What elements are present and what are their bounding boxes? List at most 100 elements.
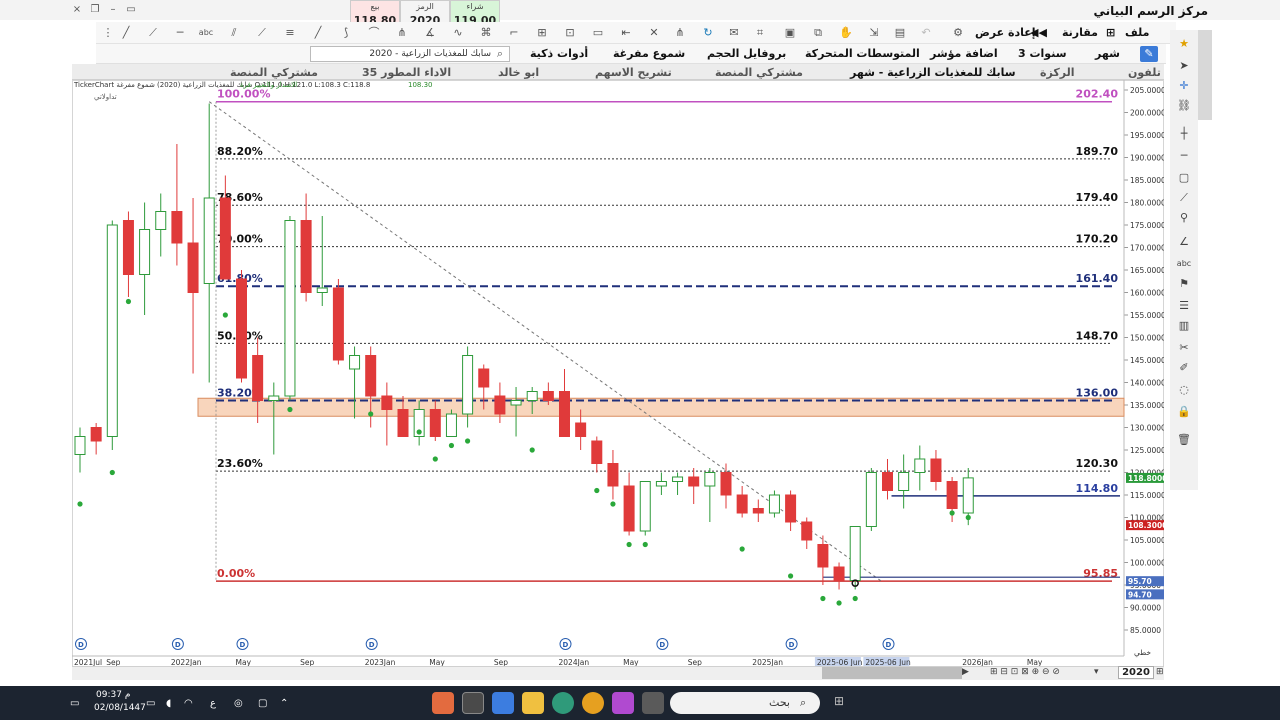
compare-icon[interactable]: ⊞ bbox=[1106, 26, 1115, 39]
trash-icon[interactable]: 🗑 bbox=[1174, 432, 1194, 448]
ray-tool-icon[interactable]: ⟋ bbox=[145, 25, 161, 41]
add-icon[interactable]: ⊞ bbox=[1156, 667, 1164, 677]
arc-tool-icon[interactable]: ⌒ bbox=[366, 25, 382, 41]
refresh-icon[interactable]: ↻ bbox=[700, 25, 716, 41]
taskbar-explorer-icon[interactable] bbox=[522, 692, 544, 714]
tab-stock-anatomy[interactable]: تشريح الاسهم bbox=[595, 66, 672, 79]
pattern-tool-icon[interactable]: ⌘ bbox=[478, 25, 494, 41]
fib-tool-icon[interactable]: ≡ bbox=[282, 25, 298, 41]
note-tool-icon[interactable]: ⊡ bbox=[562, 25, 578, 41]
menu-file[interactable]: ملف bbox=[1125, 26, 1149, 39]
box-tool-icon[interactable]: ▭ bbox=[590, 25, 606, 41]
eye-off-icon[interactable]: ◌ bbox=[1174, 382, 1194, 398]
search-icon[interactable]: ⌕ bbox=[492, 46, 508, 62]
tab-rakza[interactable]: الركزة bbox=[1040, 66, 1074, 79]
taskbar-chrome-icon[interactable] bbox=[582, 692, 604, 714]
taskbar-app-calculator[interactable] bbox=[492, 692, 514, 714]
line-tool-icon[interactable]: ╱ bbox=[118, 25, 134, 41]
notifications-icon[interactable]: ▭ bbox=[70, 698, 79, 709]
wifi-icon[interactable]: ◠ bbox=[184, 698, 193, 709]
cross-tool-icon[interactable]: ✕ bbox=[646, 25, 662, 41]
taskbar-search[interactable]: بحث bbox=[670, 692, 820, 714]
price-chart[interactable]: 85.000090.000095.0000100.0000105.0000110… bbox=[72, 80, 1164, 668]
trendline-icon[interactable]: ⟋ bbox=[1174, 190, 1194, 206]
rectangle-icon[interactable]: ▢ bbox=[1174, 170, 1194, 186]
clock-date[interactable]: 02/08/1447 bbox=[94, 703, 146, 713]
tab-advanced-performance[interactable]: الاداء المطور 35 bbox=[362, 66, 451, 79]
wave-tool-icon[interactable]: ∿ bbox=[450, 25, 466, 41]
year-selector[interactable]: 2020 bbox=[1118, 666, 1154, 679]
drag-handle-icon[interactable]: ⋮ bbox=[100, 25, 116, 41]
settings-icon[interactable]: ⚙ bbox=[950, 25, 966, 41]
start-icon[interactable]: ⊞ bbox=[834, 694, 844, 708]
volume-profile-menu[interactable]: بروفايل الحجم bbox=[707, 47, 786, 60]
taskbar-app-active[interactable] bbox=[462, 692, 484, 714]
language-indicator[interactable]: ع bbox=[210, 698, 216, 709]
window-icon[interactable]: ▭ bbox=[124, 3, 138, 17]
crop-icon[interactable]: ⌗ bbox=[752, 25, 768, 41]
restore-icon[interactable]: ❐ bbox=[88, 3, 102, 17]
template-icon[interactable]: ▤ bbox=[892, 25, 908, 41]
zoom-icons[interactable]: ⊞ ⊟ ⊡ ⊠ ⊕ ⊖ ⊘ bbox=[990, 667, 1060, 677]
speaker-icon[interactable]: ◖ bbox=[166, 698, 171, 709]
magnet-tool-icon[interactable]: ⋔ bbox=[672, 25, 688, 41]
tab-phone[interactable]: تلفون bbox=[1128, 66, 1161, 79]
scissors-icon[interactable]: ✂ bbox=[1174, 340, 1194, 356]
angle-icon[interactable]: ∠ bbox=[1174, 234, 1194, 250]
tray-app-icon[interactable]: ◎ bbox=[234, 698, 243, 709]
star-icon[interactable]: ★ bbox=[1174, 36, 1194, 52]
moving-averages-menu[interactable]: المتوسطات المتحركة bbox=[805, 47, 920, 60]
add-indicator-menu[interactable]: اضافة مؤشر bbox=[930, 47, 998, 60]
mail-icon[interactable]: ✉ bbox=[726, 25, 742, 41]
taskbar-edge-icon[interactable] bbox=[552, 692, 574, 714]
search-icon-taskbar[interactable]: ⌕ bbox=[800, 696, 806, 710]
image-icon[interactable]: ▣ bbox=[782, 25, 798, 41]
symbol-search-input[interactable]: 2020 - سابك للمغذيات الزراعية bbox=[310, 46, 510, 62]
hollow-candles-menu[interactable]: شموع مفرغة bbox=[613, 47, 685, 60]
arrow-tool-icon[interactable]: ⇤ bbox=[618, 25, 634, 41]
fib-icon[interactable]: ☰ bbox=[1174, 298, 1194, 314]
channel-tool-icon[interactable]: ⫽ bbox=[226, 25, 242, 41]
copy-icon[interactable]: ⧉ bbox=[810, 25, 826, 41]
range-tool-icon[interactable]: ⊞ bbox=[534, 25, 550, 41]
battery-icon[interactable]: ▭ bbox=[146, 698, 155, 709]
hline-tool-icon[interactable]: ─ bbox=[172, 25, 188, 41]
text-tool-icon[interactable]: abc bbox=[198, 25, 214, 41]
trend-tool-icon[interactable]: ⟋ bbox=[254, 25, 270, 41]
pattern-icon[interactable]: ⚲ bbox=[1174, 210, 1194, 226]
bracket-tool-icon[interactable]: ⌐ bbox=[506, 25, 522, 41]
smart-tools-menu[interactable]: أدوات ذكية bbox=[530, 47, 588, 60]
side-panel-strip[interactable] bbox=[1198, 30, 1212, 120]
ruler-tool-icon[interactable]: ∡ bbox=[422, 25, 438, 41]
export-icon[interactable]: ⇲ bbox=[866, 25, 882, 41]
chevron-down-icon[interactable]: ▾ bbox=[1094, 667, 1099, 677]
chart-type-icon[interactable]: ▥ bbox=[1174, 318, 1194, 334]
tab-platform-subscribers-2[interactable]: مشتركي المنصة bbox=[230, 66, 318, 79]
undo-icon[interactable]: ↶ bbox=[918, 25, 934, 41]
play-icon[interactable]: ◀◀ bbox=[1030, 26, 1047, 39]
minimize-icon[interactable]: – bbox=[106, 3, 120, 17]
clock-time[interactable]: 09:37 م bbox=[96, 690, 130, 700]
flag-icon[interactable]: ⚑ bbox=[1174, 276, 1194, 292]
cycle-tool-icon[interactable]: ⟆ bbox=[338, 25, 354, 41]
taskbar-copilot-icon[interactable] bbox=[612, 692, 634, 714]
taskbar-app-1[interactable] bbox=[432, 692, 454, 714]
brush-icon[interactable]: ✐ bbox=[1174, 360, 1194, 376]
tray-device-icon[interactable]: ▢ bbox=[258, 698, 267, 709]
taskbar-app-grid[interactable] bbox=[642, 692, 664, 714]
period-menu[interactable]: 3 سنوات bbox=[1018, 47, 1067, 60]
link-icon[interactable]: ⛓ bbox=[1174, 98, 1194, 114]
tab-sabic-agri[interactable]: سابك للمغذيات الزراعية - شهر bbox=[850, 66, 1016, 79]
menu-replay[interactable]: إعادة عرض bbox=[975, 26, 1036, 39]
tab-abu-khaled[interactable]: ابو خالد bbox=[498, 66, 539, 79]
horizontal-line-icon[interactable]: ─ bbox=[1174, 148, 1194, 164]
scroll-right-icon[interactable]: ▶ bbox=[962, 667, 969, 677]
lock-icon[interactable]: 🔒 bbox=[1174, 404, 1194, 420]
menu-compare[interactable]: مقارنة bbox=[1062, 26, 1098, 39]
pencil-icon[interactable]: ✎ bbox=[1140, 46, 1158, 62]
cursor-icon[interactable]: ➤ bbox=[1174, 58, 1194, 74]
tab-platform-subscribers[interactable]: مشتركي المنصة bbox=[715, 66, 803, 79]
hand-icon[interactable]: ✋ bbox=[838, 25, 854, 41]
close-icon[interactable]: × bbox=[70, 3, 84, 17]
scrollbar-thumb[interactable] bbox=[822, 667, 962, 679]
